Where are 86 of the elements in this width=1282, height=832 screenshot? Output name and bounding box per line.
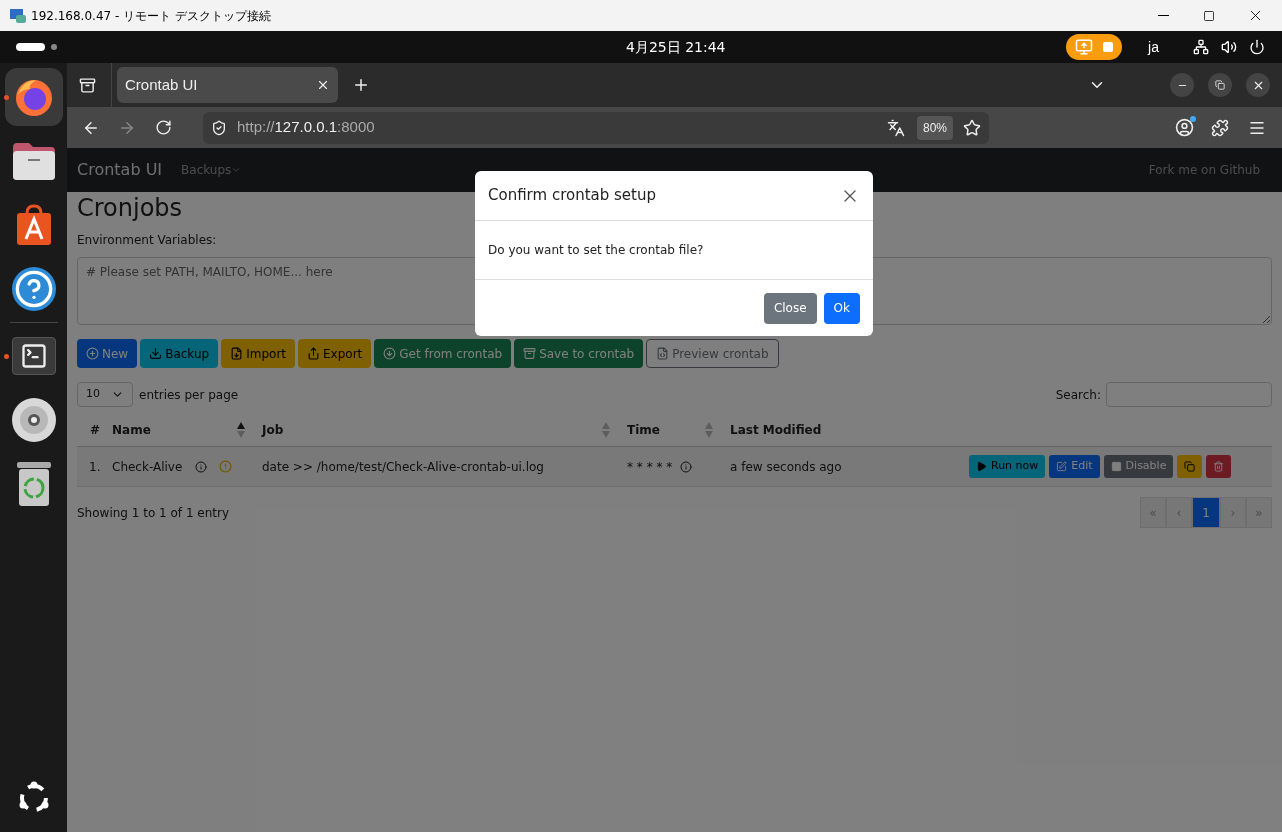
translate-icon[interactable] <box>886 118 905 137</box>
disc-icon <box>10 397 57 443</box>
workspace-indicator[interactable] <box>16 43 57 51</box>
maximize-icon <box>1203 9 1215 22</box>
column-header[interactable]: # <box>90 421 101 439</box>
copy-icon <box>1184 461 1196 472</box>
column-header[interactable]: Name <box>112 421 151 439</box>
toolbar-button[interactable]: Preview crontab <box>646 339 779 368</box>
search-field[interactable] <box>1106 382 1272 407</box>
zoom-level[interactable]: 80% <box>916 115 953 140</box>
dialog-message: Do you want to set the crontab file? <box>488 243 704 257</box>
screen-sharing-indicator[interactable] <box>1066 34 1123 60</box>
language-indicator[interactable]: ja <box>1148 36 1159 58</box>
file-download-icon <box>230 347 244 360</box>
toolbar-button[interactable]: Backup <box>140 339 219 368</box>
remote-desktop-icon <box>9 7 27 24</box>
network-icon[interactable] <box>1193 39 1209 55</box>
schedule-text: * * * * * <box>627 458 673 476</box>
row-index: 1. <box>88 458 102 476</box>
table-info: Showing 1 to 1 of 1 entry <box>77 504 230 522</box>
clock[interactable]: 4月25日 21:44 <box>626 36 726 58</box>
reload-icon[interactable] <box>155 119 172 136</box>
delete-button[interactable] <box>1206 455 1232 478</box>
bookmark-icon[interactable] <box>963 118 981 137</box>
disable-button[interactable]: Disable <box>1103 455 1174 478</box>
close-tab-icon[interactable] <box>316 78 330 92</box>
account-icon[interactable] <box>1175 118 1194 137</box>
download-icon <box>149 347 163 360</box>
info-icon[interactable] <box>680 460 693 473</box>
arrow-down-circle-icon <box>383 347 397 360</box>
plus-circle-icon <box>86 347 99 360</box>
last-modified: a few seconds ago <box>730 458 843 476</box>
trash-icon <box>1213 461 1225 472</box>
ok-button[interactable]: Ok <box>823 292 860 324</box>
extensions-icon[interactable] <box>1211 118 1229 137</box>
job-command: date >> /home/test/Check-Alive-crontab-ui.log <box>262 458 545 476</box>
terminal-icon <box>11 337 56 375</box>
close-button[interactable]: Close <box>763 292 817 324</box>
search-label: Search: <box>1055 386 1101 404</box>
play-icon <box>976 461 987 472</box>
tab-overview-icon[interactable] <box>79 76 96 94</box>
run-now-button[interactable]: Run now <box>969 455 1046 478</box>
column-header[interactable]: Last Modified <box>730 421 822 439</box>
caret-icon <box>231 165 242 175</box>
toolbar-button[interactable]: New <box>77 339 138 368</box>
browser-tab[interactable]: Crontab UI <box>117 67 338 103</box>
column-header[interactable]: Job <box>262 421 284 439</box>
restore-icon <box>1215 80 1225 90</box>
github-link[interactable]: Fork me on Github <box>1148 161 1260 179</box>
page-heading: Cronjobs <box>77 193 183 223</box>
dialog-title: Confirm crontab setup <box>488 185 657 207</box>
job-name: Check-Alive <box>112 458 183 476</box>
brand-link[interactable]: Crontab UI <box>77 158 163 182</box>
duplicate-button[interactable] <box>1177 455 1203 478</box>
page-button[interactable]: 1 <box>1192 497 1220 528</box>
dock-item[interactable] <box>4 68 63 126</box>
pen-icon <box>1056 461 1068 472</box>
minimize-icon <box>1157 15 1169 16</box>
backups-label: Backups <box>181 162 232 179</box>
column-header[interactable]: Time <box>627 421 660 439</box>
toolbar-button[interactable]: Get from crontab <box>374 339 512 368</box>
page-length-select[interactable]: 10 <box>77 382 133 407</box>
folder-icon <box>10 141 57 181</box>
close-window-button[interactable] <box>1246 73 1270 97</box>
power-icon[interactable] <box>1249 39 1265 55</box>
info-icon[interactable] <box>195 460 208 473</box>
shield-icon <box>211 119 227 136</box>
code-file-icon <box>656 347 670 360</box>
toolbar-button[interactable]: Save to crontab <box>514 339 644 368</box>
stop-icon <box>1110 461 1122 472</box>
url-text: http://127.0.0.1:8000 <box>237 117 375 138</box>
archive-icon <box>523 347 537 360</box>
window-title: 192.168.0.47 - リモート デスクトップ接続 <box>31 7 271 25</box>
new-tab-icon[interactable] <box>352 76 370 94</box>
help-icon <box>11 267 56 311</box>
address-bar[interactable]: http://127.0.0.1:8000 80% <box>203 111 989 144</box>
recycle-bin-icon <box>15 461 52 507</box>
restore-window-button[interactable] <box>1208 73 1232 97</box>
volume-icon[interactable] <box>1221 39 1237 55</box>
share-icon <box>307 347 320 360</box>
toolbar-button[interactable]: Import <box>221 339 295 368</box>
tab-title: Crontab UI <box>125 74 199 95</box>
length-label: entries per page <box>139 386 239 404</box>
toolbar-button[interactable]: Export <box>298 339 372 368</box>
edit-button[interactable]: Edit <box>1049 455 1100 478</box>
backups-menu[interactable]: Backups <box>181 161 242 179</box>
